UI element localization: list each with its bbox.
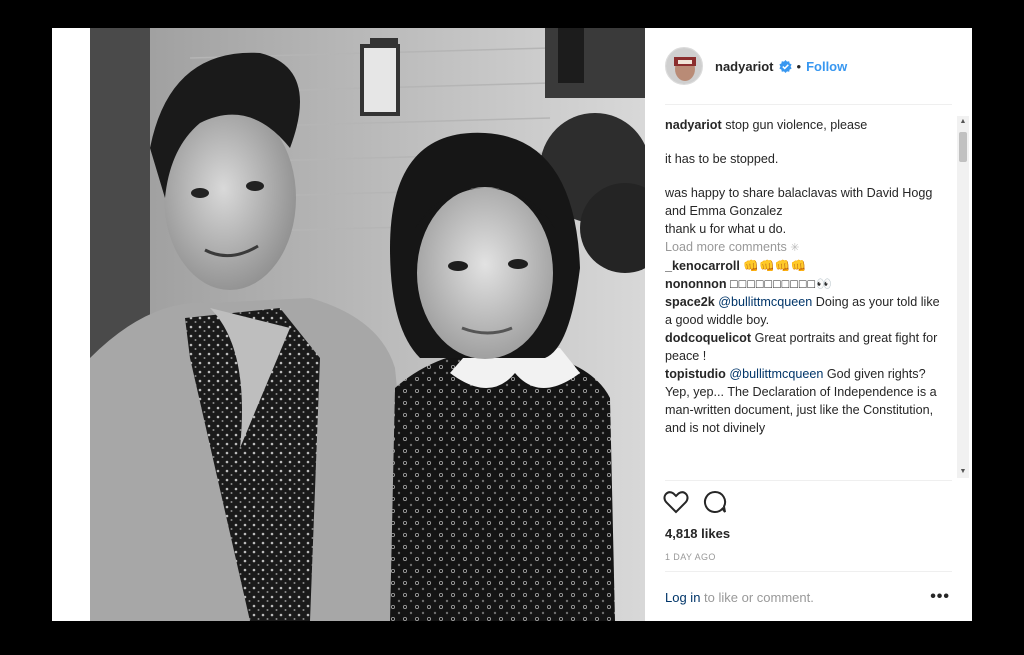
login-link[interactable]: Log in: [665, 590, 700, 605]
post-timestamp: 1 DAY AGO: [665, 552, 716, 562]
scrollbar-thumb[interactable]: [959, 132, 967, 162]
divider: [665, 104, 952, 105]
likes-count[interactable]: 4,818 likes: [665, 526, 730, 541]
author-username[interactable]: nadyariot: [715, 59, 774, 74]
load-more-comments[interactable]: Load more comments ✳: [665, 238, 945, 257]
comments-list[interactable]: nadyariot stop gun violence, please it h…: [665, 116, 945, 478]
scroll-down-arrow-icon[interactable]: ▼: [957, 466, 969, 478]
comment-username[interactable]: nononnon: [665, 277, 727, 291]
more-options-button[interactable]: •••: [930, 588, 950, 606]
comment-item: _kenocarroll 👊👊👊👊: [665, 257, 945, 275]
caption-text-line3: was happy to share balaclavas with David…: [665, 186, 933, 218]
caption-text-line4: thank u for what u do.: [665, 222, 787, 236]
comment-text: □□□□□□□□□□👀: [730, 277, 833, 291]
comment-mention[interactable]: @bullittmcqueen: [729, 367, 823, 381]
comment-text: 👊👊👊👊: [743, 259, 807, 273]
post-sidebar: nadyariot • Follow nadyariot stop gun vi…: [645, 28, 972, 621]
comment-item: space2k @bullittmcqueen Doing as your to…: [665, 293, 945, 329]
author-avatar[interactable]: [665, 47, 703, 85]
verified-badge-icon: [778, 59, 792, 73]
caption-text-line1: stop gun violence, please: [725, 118, 868, 132]
loading-spinner-icon: ✳: [790, 242, 800, 254]
scroll-up-arrow-icon[interactable]: ▲: [957, 116, 969, 128]
login-prompt: Log in to like or comment.: [665, 590, 814, 605]
comment-item: topistudio @bullittmcqueen God given rig…: [665, 365, 945, 437]
comment-item: nononnon □□□□□□□□□□👀: [665, 275, 945, 293]
comment-username[interactable]: _kenocarroll: [665, 259, 740, 273]
caption-username[interactable]: nadyariot: [665, 118, 722, 132]
post-card: nadyariot • Follow nadyariot stop gun vi…: [52, 28, 972, 621]
comment-username[interactable]: space2k: [665, 295, 715, 309]
comments-scrollbar[interactable]: ▲ ▼: [957, 116, 969, 478]
comment-item: dodcoquelicot Great portraits and great …: [665, 329, 945, 365]
caption: nadyariot stop gun violence, please: [665, 116, 945, 134]
post-photo-image: [90, 28, 645, 621]
header-separator: •: [796, 58, 802, 74]
comment-mention[interactable]: @bullittmcqueen: [718, 295, 812, 309]
post-actions: [663, 490, 727, 514]
follow-button[interactable]: Follow: [806, 59, 847, 74]
comment-username[interactable]: dodcoquelicot: [665, 331, 751, 345]
comment-username[interactable]: topistudio: [665, 367, 726, 381]
avatar-image: [666, 48, 702, 84]
heart-icon[interactable]: [663, 490, 689, 514]
divider: [665, 480, 952, 481]
post-header: nadyariot • Follow: [665, 46, 952, 86]
comment-bubble-icon[interactable]: [703, 490, 727, 514]
login-prompt-text: to like or comment.: [700, 590, 814, 605]
post-photo[interactable]: [90, 28, 645, 621]
divider: [665, 571, 952, 572]
caption-text-line2: it has to be stopped.: [665, 152, 779, 166]
load-more-label: Load more comments: [665, 240, 787, 254]
